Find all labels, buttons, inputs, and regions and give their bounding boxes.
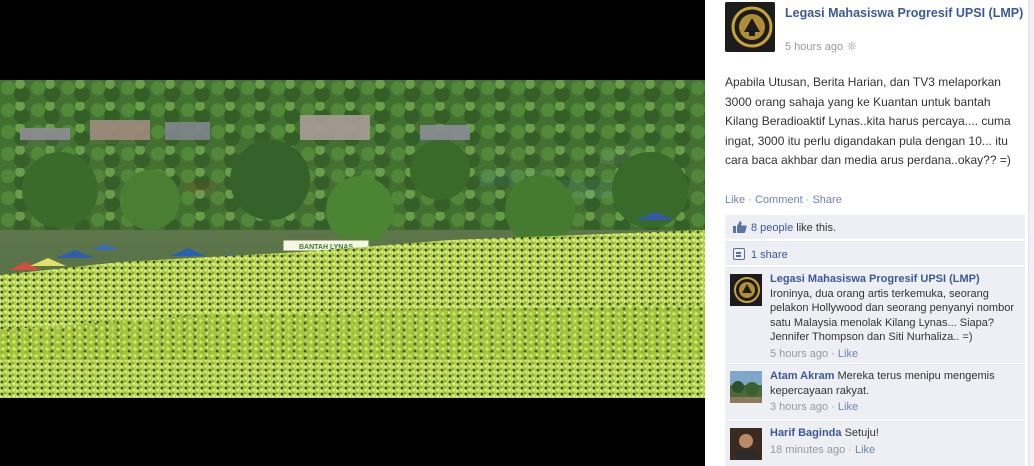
rally-photo[interactable]: BANTAH LYNAS: [0, 80, 705, 398]
comment-author-link[interactable]: Atam Akram: [770, 370, 834, 382]
commenter-avatar[interactable]: [730, 274, 762, 306]
shares-summary: 1 share: [725, 241, 1025, 265]
comment-time[interactable]: 5 hours ago: [770, 348, 828, 360]
commenter-avatar[interactable]: [730, 428, 762, 460]
page-avatar[interactable]: [725, 2, 775, 52]
post-action-bar: Like · Comment · Share: [725, 194, 842, 206]
comment-time[interactable]: 3 hours ago: [770, 401, 828, 413]
post-panel: Legasi Mahasiswa Progresif UPSI (LMP) 5 …: [705, 0, 1034, 466]
share-icon: [733, 248, 745, 260]
comment-meta: 5 hours ago · Like: [770, 347, 859, 360]
action-separator: ·: [805, 194, 810, 206]
post-author-link[interactable]: Legasi Mahasiswa Progresif UPSI (LMP): [785, 5, 1025, 22]
comment-time[interactable]: 18 minutes ago: [770, 444, 845, 456]
photo-viewer: BANTAH LYNAS: [0, 0, 705, 466]
comment-item: Atam Akram Mereka terus menipu mengemis …: [725, 364, 1025, 420]
comment-like-link[interactable]: Like: [838, 401, 858, 413]
panel-scrollbar[interactable]: [1028, 0, 1034, 466]
post-time-text: 5 hours ago: [785, 41, 844, 53]
post-header: Legasi Mahasiswa Progresif UPSI (LMP) 5 …: [725, 2, 1025, 53]
post-timestamp[interactable]: 5 hours ago ❊: [785, 40, 856, 53]
comment-link[interactable]: Comment: [755, 194, 803, 206]
comment-author-link[interactable]: Legasi Mahasiswa Progresif UPSI (LMP): [770, 273, 980, 285]
comment-like-link[interactable]: Like: [838, 348, 858, 360]
comment-body: Legasi Mahasiswa Progresif UPSI (LMP) Ir…: [770, 272, 1020, 361]
comment-body: Atam Akram Mereka terus menipu mengemis …: [770, 369, 1020, 415]
action-separator: ·: [748, 194, 752, 206]
commenter-avatar[interactable]: [730, 371, 762, 403]
like-link[interactable]: Like: [725, 194, 745, 206]
comment-author-link[interactable]: Harif Baginda: [770, 427, 842, 439]
post-message: Apabila Utusan, Berita Harian, dan TV3 m…: [725, 75, 1011, 167]
landscape-avatar-image: [730, 371, 762, 403]
likes-summary: 8 people like this.: [725, 215, 1025, 239]
comment-body: Harif Baginda Setuju! 18 minutes ago · L…: [770, 426, 1020, 457]
page-logo-icon: [730, 274, 762, 306]
comment-text: Setuju!: [844, 427, 879, 439]
shares-count-link[interactable]: 1 share: [751, 249, 788, 261]
likes-suffix: like this.: [793, 222, 837, 234]
page-logo-icon: [725, 2, 775, 52]
comment-meta: 3 hours ago · Like: [770, 401, 859, 413]
comment-meta: 18 minutes ago · Like: [770, 443, 876, 456]
comment-item: Legasi Mahasiswa Progresif UPSI (LMP) Ir…: [725, 267, 1025, 363]
rally-photo-image: BANTAH LYNAS: [0, 80, 705, 398]
comment-text: Ironinya, dua orang artis terkemuka, seo…: [770, 287, 1014, 344]
globe-icon: ❊: [847, 41, 857, 53]
comment-like-link[interactable]: Like: [855, 444, 875, 456]
thumbs-up-icon: [733, 221, 747, 233]
comment-item: Harif Baginda Setuju! 18 minutes ago · L…: [725, 421, 1025, 466]
person-avatar-image: [730, 428, 762, 460]
likes-count-link[interactable]: 8 people: [751, 222, 793, 234]
share-link[interactable]: Share: [812, 194, 841, 206]
